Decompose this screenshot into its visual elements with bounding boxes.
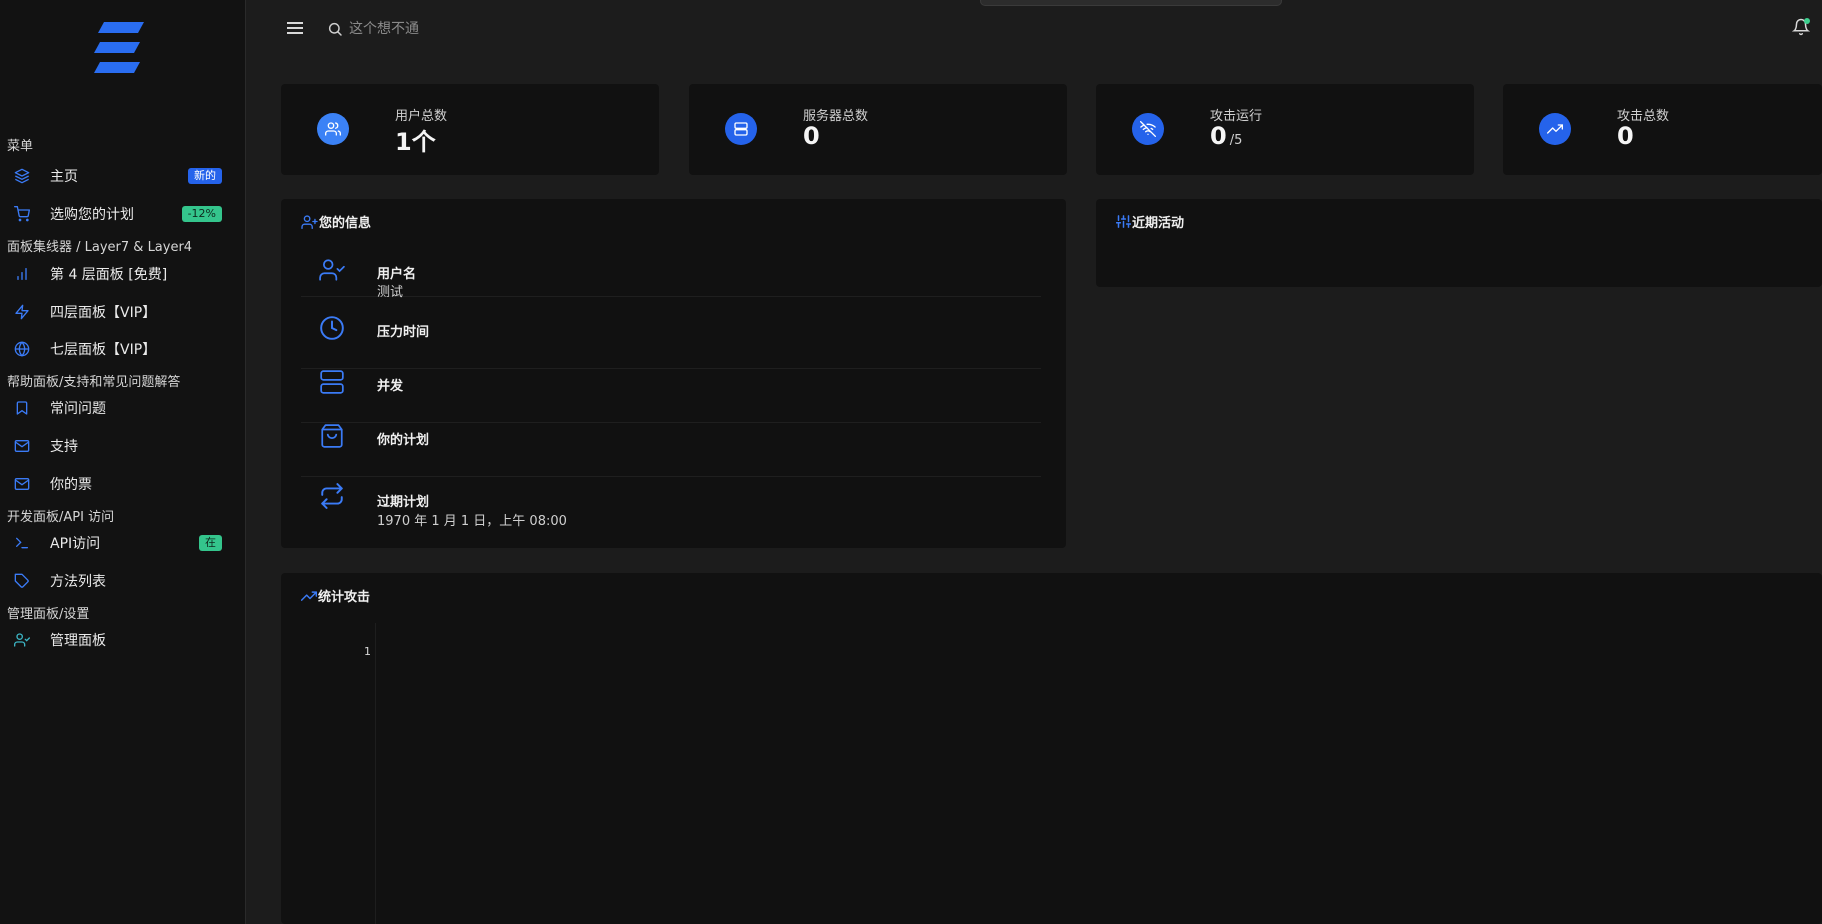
bar-chart-icon: [14, 266, 30, 282]
stat-value: 1个: [395, 128, 436, 156]
sidebar-item-label: 方法列表: [50, 574, 106, 590]
layers-icon: [14, 168, 30, 184]
stat-card-users: 用户总数 1个: [281, 84, 659, 175]
stat-card-total-attacks: 攻击总数 0: [1503, 84, 1822, 175]
stat-value-limit: /5: [1229, 133, 1243, 148]
panel-title: 您的信息: [301, 212, 371, 231]
trending-up-icon: [1539, 113, 1571, 145]
sidebar-item-layer4-vip[interactable]: 四层面板【VIP】: [0, 297, 246, 327]
stat-card-running-attacks: 攻击运行 0/5: [1096, 84, 1474, 175]
activity-panel: 近期活动: [1096, 199, 1822, 287]
sidebar-item-faq[interactable]: 常问问题: [0, 393, 246, 423]
online-badge: 在: [199, 535, 222, 551]
sidebar-item-label: API访问: [50, 536, 101, 552]
chart-area: [375, 623, 1822, 924]
sidebar-item-label: 你的票: [50, 477, 92, 493]
section-title-menu: 菜单: [7, 139, 34, 154]
sidebar-item-label: 支持: [50, 439, 78, 455]
info-row-value: 1970 年 1 月 1 日，上午 08:00: [377, 514, 567, 529]
top-dropdown[interactable]: [980, 0, 1282, 6]
logo[interactable]: [94, 22, 144, 74]
info-row-plan: 你的计划: [301, 423, 1041, 477]
app: 菜单 主页 新的 选购您的计划 -12% 面板集线器 / Layer7 & La…: [0, 0, 1822, 924]
info-row-value: 测试: [377, 285, 404, 300]
mail-icon: [14, 476, 30, 492]
section-title-dev: 开发面板/API 访问: [7, 510, 115, 525]
trending-up-icon: [301, 591, 317, 601]
sidebar-item-layer7-vip[interactable]: 七层面板【VIP】: [0, 334, 246, 364]
users-icon: [317, 113, 349, 145]
info-panel-title: 您的信息: [319, 216, 372, 231]
mail-icon: [14, 438, 30, 454]
chart-panel-title: 统计攻击: [318, 590, 371, 605]
new-badge: 新的: [188, 168, 222, 184]
server-icon: [725, 113, 757, 145]
clock-icon: [319, 315, 345, 341]
stat-value: 0/5: [1210, 122, 1242, 150]
sidebar: 菜单 主页 新的 选购您的计划 -12% 面板集线器 / Layer7 & La…: [0, 0, 246, 924]
panel-title: 近期活动: [1116, 212, 1184, 231]
sidebar-item-label: 常问问题: [50, 401, 106, 417]
sidebar-item-admin[interactable]: 管理面板: [0, 625, 246, 655]
shopping-bag-icon: [319, 423, 345, 449]
info-row-stress-time: 压力时间: [301, 315, 1041, 369]
info-row-title: 压力时间: [377, 325, 430, 340]
stat-value-number: 0: [1210, 122, 1227, 150]
stat-value: 0: [1617, 122, 1634, 150]
chart-panel: 统计攻击 1: [281, 573, 1822, 924]
info-row-title: 并发: [377, 379, 404, 394]
lightning-icon: [14, 304, 30, 320]
cart-icon: [14, 206, 30, 222]
info-panel: 您的信息 用户名 测试 压力时间 并发 你的计划 过期计划 1970 年 1 月…: [281, 199, 1066, 548]
sidebar-item-label: 四层面板【VIP】: [50, 305, 157, 321]
repeat-icon: [319, 483, 345, 509]
notification-dot: [1804, 18, 1810, 24]
sidebar-item-support[interactable]: 支持: [0, 431, 246, 461]
wifi-off-icon: [1132, 113, 1164, 145]
sidebar-item-label: 主页: [50, 169, 78, 185]
globe-icon: [14, 341, 30, 357]
stat-card-servers: 服务器总数 0: [689, 84, 1067, 175]
info-row-username: 用户名 测试: [301, 243, 1041, 300]
stat-value: 0: [803, 122, 820, 150]
sidebar-item-label: 第 4 层面板 [免费]: [50, 267, 168, 283]
bookmark-icon: [14, 400, 30, 416]
sliders-icon: [1116, 215, 1131, 228]
sidebar-item-label: 管理面板: [50, 633, 106, 649]
hamburger-icon: [287, 22, 303, 34]
user-check-icon: [319, 257, 345, 283]
info-row-concurrent: 并发: [301, 369, 1041, 423]
search-icon: [327, 21, 343, 37]
chart-y-tick: 1: [364, 645, 371, 658]
user-check-icon: [14, 632, 30, 648]
info-row-title: 你的计划: [377, 433, 430, 448]
sidebar-item-label: 选购您的计划: [50, 207, 134, 223]
user-plus-icon: [301, 215, 318, 229]
terminal-icon: [14, 535, 30, 551]
discount-badge: -12%: [181, 206, 222, 222]
sidebar-item-label: 七层面板【VIP】: [50, 342, 157, 358]
info-row-title: 过期计划: [377, 495, 430, 510]
info-row-title: 用户名: [377, 267, 417, 282]
sidebar-item-plans[interactable]: 选购您的计划 -12%: [0, 199, 246, 229]
topbar: [247, 0, 1822, 60]
search-input[interactable]: [349, 16, 649, 42]
activity-panel-title: 近期活动: [1132, 216, 1185, 231]
sidebar-item-layer4-free[interactable]: 第 4 层面板 [免费]: [0, 259, 246, 289]
sidebar-item-tickets[interactable]: 你的票: [0, 469, 246, 499]
panel-title: 统计攻击: [301, 586, 370, 605]
tag-icon: [14, 573, 30, 589]
section-title-help: 帮助面板/支持和常见问题解答: [7, 375, 181, 390]
sidebar-item-home[interactable]: 主页 新的: [0, 161, 246, 191]
info-row-expiry: 过期计划 1970 年 1 月 1 日，上午 08:00: [301, 479, 1041, 533]
sidebar-item-methods[interactable]: 方法列表: [0, 566, 246, 596]
section-title-admin: 管理面板/设置: [7, 607, 90, 622]
sidebar-item-api[interactable]: API访问 在: [0, 528, 246, 558]
section-title-hub: 面板集线器 / Layer7 & Layer4: [7, 240, 193, 255]
menu-button[interactable]: [287, 20, 305, 36]
logo-icon: [94, 22, 144, 73]
server-icon: [319, 369, 345, 395]
